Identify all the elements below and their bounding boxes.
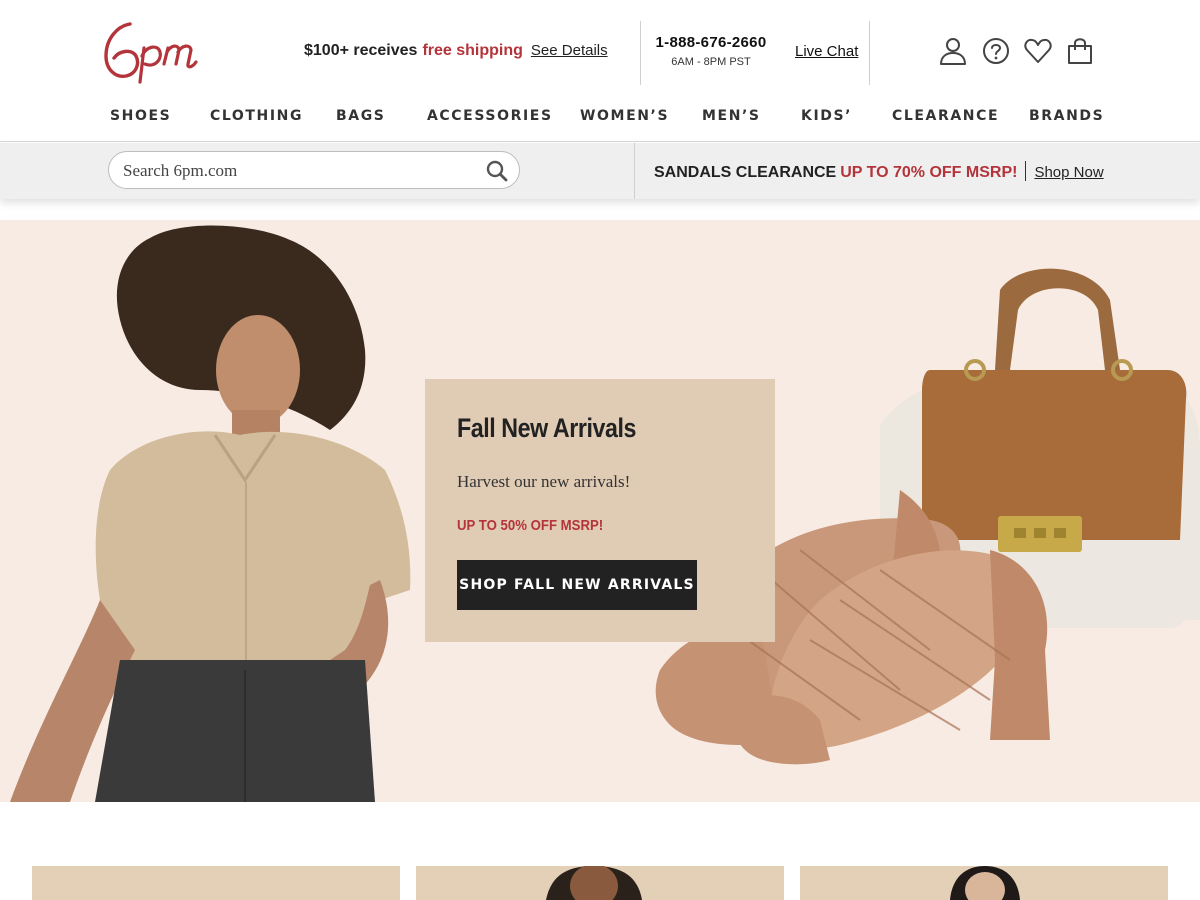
logo-mark <box>104 22 198 84</box>
strip-divider <box>634 143 635 199</box>
search-input[interactable] <box>123 159 463 183</box>
nav-clothing[interactable]: CLOTHING <box>210 108 303 124</box>
promo-lead: SANDALS CLEARANCE <box>654 164 837 181</box>
shipping-amount: $100+ receives <box>304 42 418 59</box>
hero-card: Fall New Arrivals Harvest our new arriva… <box>425 379 775 642</box>
promo-separator <box>1025 161 1027 181</box>
promo-highlight: UP TO 70% OFF MSRP! <box>840 164 1018 181</box>
promo-banner: SANDALS CLEARANCE UP TO 70% OFF MSRP! Shop… <box>654 161 1104 182</box>
header-divider <box>869 21 870 85</box>
tile-image <box>950 866 1020 900</box>
hero-discount: UP TO 50% OFF MSRP! <box>457 517 604 534</box>
nav-womens[interactable]: WOMEN’S <box>580 108 669 124</box>
hero-title: Fall New Arrivals <box>457 413 636 443</box>
nav-accessories[interactable]: ACCESSORIES <box>427 108 553 124</box>
search-strip: SANDALS CLEARANCEUP TO 70% OFF MSRP! Shop… <box>0 143 1200 199</box>
shipping-banner: $100+ receives free shipping See Details <box>304 42 608 60</box>
nav-bags[interactable]: BAGS <box>336 108 385 124</box>
search-icon[interactable] <box>486 160 508 182</box>
shop-now-link[interactable]: Shop Now <box>1034 164 1103 181</box>
help-icon[interactable] <box>981 36 1011 66</box>
logo[interactable] <box>100 18 204 86</box>
nav-brands[interactable]: BRANDS <box>1029 108 1104 124</box>
category-tile[interactable] <box>416 866 784 900</box>
category-tile[interactable] <box>800 866 1168 900</box>
see-details-link[interactable]: See Details <box>531 42 608 59</box>
main-nav: SHOES CLOTHING BAGS ACCESSORIES WOMEN’S … <box>0 100 1200 142</box>
site-header: $100+ receives free shipping See Details 1… <box>0 0 1200 95</box>
nav-shoes[interactable]: SHOES <box>110 108 171 124</box>
phone-number[interactable]: 1-888-676-2660 <box>641 34 781 51</box>
phone-block: 1-888-676-2660 6AM - 8PM PST <box>641 34 781 68</box>
nav-mens[interactable]: MEN’S <box>702 108 761 124</box>
tile-image <box>546 866 642 900</box>
category-tile[interactable] <box>32 866 400 900</box>
free-shipping-text: free shipping <box>422 42 523 59</box>
support-hours: 6AM - 8PM PST <box>671 56 751 68</box>
favorites-icon[interactable] <box>1023 36 1053 66</box>
hero-banner[interactable]: Fall New Arrivals Harvest our new arriva… <box>0 220 1200 802</box>
live-chat-link[interactable]: Live Chat <box>795 43 858 60</box>
shop-fall-new-arrivals-button[interactable]: SHOP FALL NEW ARRIVALS <box>457 560 697 610</box>
search-box <box>108 151 520 189</box>
bag-icon[interactable] <box>1065 36 1095 66</box>
nav-kids[interactable]: KIDS’ <box>801 108 852 124</box>
category-tiles <box>0 866 1200 900</box>
hero-subtitle: Harvest our new arrivals! <box>457 472 631 491</box>
nav-clearance[interactable]: CLEARANCE <box>892 108 999 124</box>
account-icon[interactable] <box>938 36 968 66</box>
